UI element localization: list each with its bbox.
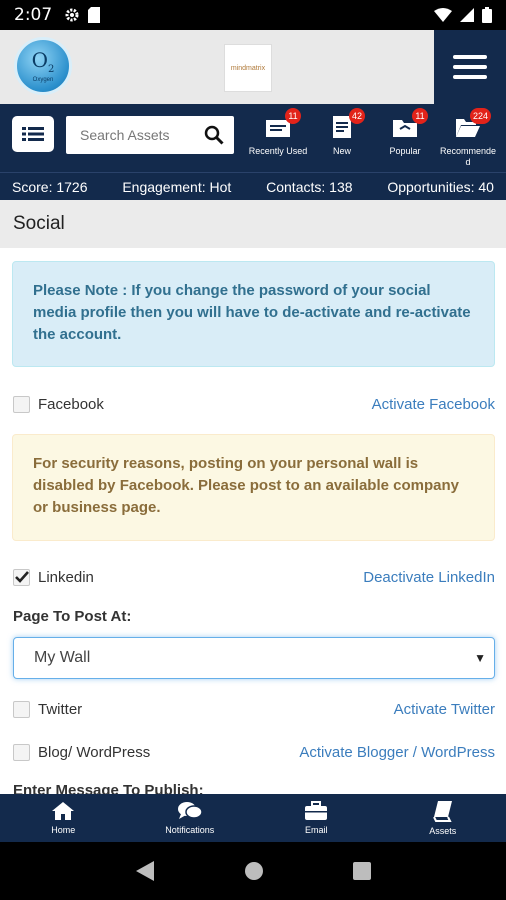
- activate-blogger-link[interactable]: Activate Blogger / WordPress: [299, 744, 495, 761]
- activate-twitter-link[interactable]: Activate Twitter: [394, 701, 495, 718]
- comments-icon: [177, 802, 203, 819]
- deactivate-linkedin-link[interactable]: Deactivate LinkedIn: [363, 569, 495, 586]
- list-icon: [22, 127, 44, 141]
- bottom-nav-home-label: Home: [51, 825, 76, 835]
- nav-popular[interactable]: 11 Popular: [370, 108, 440, 157]
- nav-new[interactable]: 42 New: [307, 108, 377, 157]
- oxygen-logo[interactable]: O2 Oxygen: [14, 37, 72, 95]
- home-icon: [52, 802, 75, 820]
- bottom-nav-assets[interactable]: Assets: [380, 794, 506, 842]
- recently-used-badge: 11: [285, 108, 301, 124]
- linkedin-label: Linkedin: [38, 568, 94, 586]
- page-title: Social: [0, 200, 506, 248]
- brand-logo: mindmatrix: [224, 44, 272, 92]
- score-stat: Score: 1726: [12, 178, 88, 195]
- sd-card-icon: [88, 7, 101, 23]
- nav-popular-label: Popular: [389, 146, 421, 156]
- popular-badge: 11: [412, 108, 428, 124]
- blog-row: Blog/ WordPress Activate Blogger / WordP…: [13, 739, 495, 765]
- checkmark-icon: [14, 571, 29, 583]
- message-label: Enter Message To Publish:: [13, 782, 204, 794]
- search-input[interactable]: [80, 127, 200, 143]
- bottom-nav: Home Notifications Email Assets: [0, 794, 506, 842]
- bottom-nav-notifications-label: Notifications: [165, 825, 215, 835]
- contacts-stat: Contacts: 138: [266, 178, 353, 195]
- status-bar: 2:07: [0, 0, 506, 30]
- home-circle-icon[interactable]: [244, 861, 264, 881]
- new-badge: 42: [348, 108, 365, 124]
- bottom-nav-email-label: Email: [304, 825, 328, 835]
- security-warning-alert: For security reasons, posting on your pe…: [12, 434, 495, 541]
- list-view-button[interactable]: [12, 116, 54, 152]
- twitter-row: Twitter Activate Twitter: [13, 696, 495, 722]
- facebook-checkbox[interactable]: [13, 395, 30, 413]
- activate-facebook-link[interactable]: Activate Facebook: [372, 396, 495, 413]
- nav-recently-used[interactable]: 11 Recently Used: [243, 108, 313, 157]
- nav-new-label: New: [332, 146, 351, 156]
- stats-bar: Score: 1726 Engagement: Hot Contacts: 13…: [0, 172, 506, 200]
- page-to-post-value: My Wall: [34, 649, 91, 666]
- book-icon: [432, 801, 452, 822]
- logo-caption: Oxygen: [32, 76, 54, 83]
- android-nav-bar: [0, 842, 506, 900]
- nav-recommended[interactable]: 224 Recommended: [433, 108, 503, 168]
- twitter-checkbox[interactable]: [13, 700, 30, 718]
- page-to-post-select[interactable]: My Wall ▼: [13, 637, 495, 679]
- wifi-icon: [434, 8, 452, 22]
- social-settings-content: Please Note : If you change the password…: [0, 248, 506, 794]
- signal-icon: [460, 8, 474, 22]
- status-time: 2:07: [14, 5, 53, 25]
- facebook-label: Facebook: [38, 395, 104, 413]
- settings-gear-icon: [65, 8, 79, 22]
- hamburger-menu-button[interactable]: [434, 30, 506, 104]
- bottom-nav-notifications[interactable]: Notifications: [127, 794, 254, 842]
- blog-label: Blog/ WordPress: [38, 743, 151, 761]
- nav-recently-used-label: Recently Used: [248, 146, 308, 156]
- bottom-nav-assets-label: Assets: [429, 826, 457, 836]
- blog-checkbox[interactable]: [13, 743, 30, 761]
- twitter-label: Twitter: [38, 700, 83, 718]
- app-header: O2 Oxygen mindmatrix: [0, 30, 506, 104]
- briefcase-icon: [305, 801, 328, 820]
- battery-icon: [482, 7, 492, 23]
- brand-logo-text: mindmatrix: [230, 64, 266, 72]
- toolbar: 11 Recently Used 42 New 11 Popular 224 R…: [0, 104, 506, 172]
- bottom-nav-home[interactable]: Home: [0, 794, 127, 842]
- caret-down-icon: ▼: [474, 651, 486, 665]
- linkedin-row: Linkedin Deactivate LinkedIn: [13, 564, 495, 590]
- recommended-badge: 224: [469, 108, 491, 124]
- password-note-alert: Please Note : If you change the password…: [12, 261, 495, 367]
- linkedin-checkbox[interactable]: [13, 568, 30, 586]
- page-to-post-label: Page To Post At:: [13, 608, 132, 625]
- search-icon[interactable]: [204, 125, 224, 145]
- search-box: [66, 116, 234, 154]
- recents-icon[interactable]: [353, 862, 372, 880]
- opportunities-stat: Opportunities: 40: [387, 178, 494, 195]
- nav-recommended-label: Recommended: [439, 146, 497, 167]
- back-icon[interactable]: [135, 860, 155, 882]
- engagement-stat: Engagement: Hot: [122, 178, 232, 195]
- bottom-nav-email[interactable]: Email: [253, 794, 380, 842]
- facebook-row: Facebook Activate Facebook: [13, 391, 495, 417]
